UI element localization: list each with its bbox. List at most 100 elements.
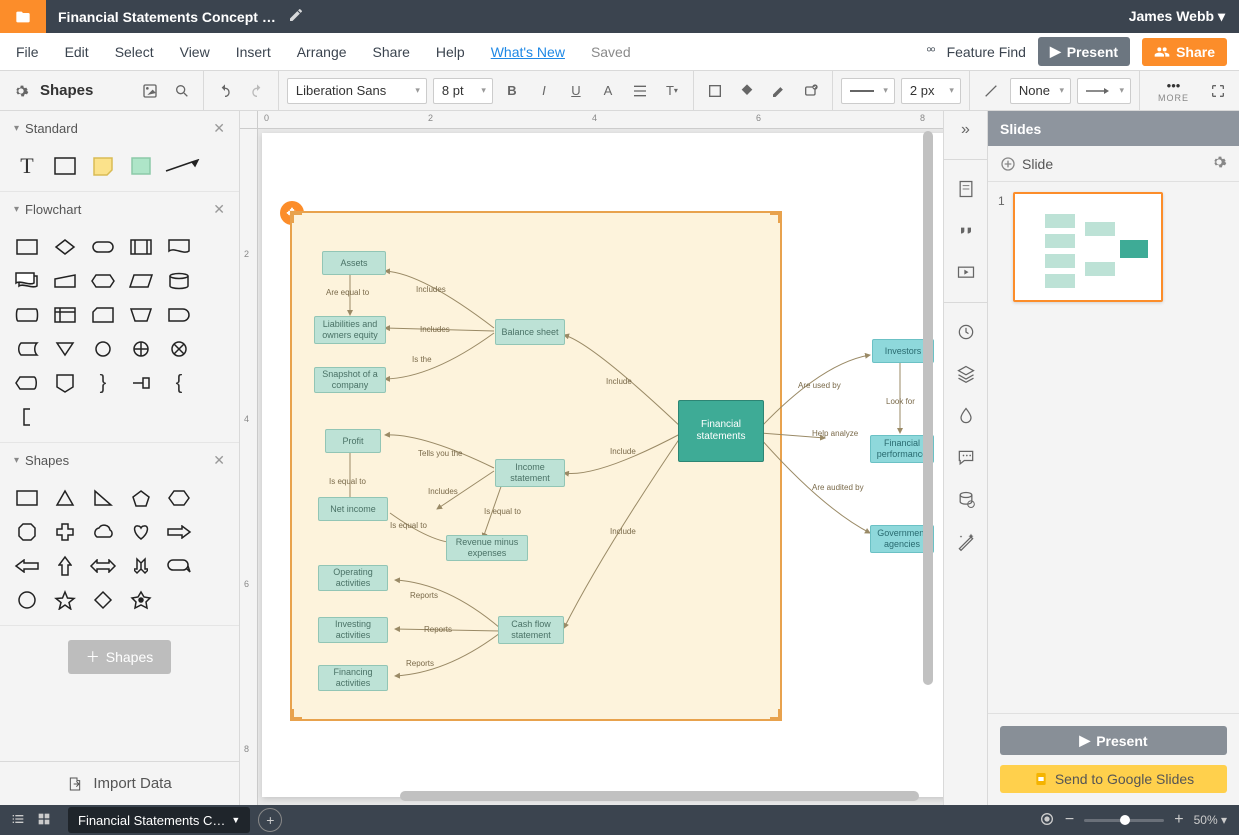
sh-arrow-right[interactable] [162,517,196,547]
collapse-panel-icon[interactable]: » [951,115,981,145]
document-title[interactable]: Financial Statements Concept … [46,9,288,25]
image-icon[interactable] [137,78,163,104]
fc-process[interactable] [10,232,44,262]
menu-select[interactable]: Select [111,40,158,64]
group-standard[interactable]: ▾Standard✕ [0,111,239,145]
line-type-icon[interactable] [978,78,1004,104]
sh-arrow-ud[interactable] [124,551,158,581]
scrollbar-horizontal[interactable] [400,791,919,801]
slides-present-button[interactable]: ▶ Present [1000,726,1227,755]
fc-multidoc[interactable] [10,266,44,296]
text-style-icon[interactable]: T▾ [659,78,685,104]
fc-brace-open[interactable]: } [86,368,120,398]
fill-icon[interactable] [734,78,760,104]
note-yellow-shape[interactable] [86,151,120,181]
send-to-google-slides-button[interactable]: Send to Google Slides [1000,765,1227,793]
node-assets[interactable]: Assets [322,251,386,275]
text-color-icon[interactable]: A [595,78,621,104]
sh-diamond[interactable] [86,585,120,615]
italic-icon[interactable]: I [531,78,557,104]
sh-cloud[interactable] [86,517,120,547]
zoom-fit-icon[interactable] [1039,811,1055,830]
menu-share[interactable]: Share [369,40,414,64]
node-rev-minus-exp[interactable]: Revenue minus expenses [446,535,528,561]
menu-file[interactable]: File [12,40,43,64]
list-view-icon[interactable] [10,811,26,830]
fc-note-connector[interactable] [124,368,158,398]
node-balance-sheet[interactable]: Balance sheet [495,319,565,345]
close-icon[interactable]: ✕ [213,452,225,469]
align-icon[interactable] [627,78,653,104]
zoom-out-button[interactable]: − [1065,811,1074,829]
fc-display[interactable] [10,368,44,398]
history-icon[interactable] [951,317,981,347]
menu-help[interactable]: Help [432,40,469,64]
text-tool[interactable]: T [10,151,44,181]
add-shapes-button[interactable]: ＋Shapes [68,640,171,674]
sh-arrow-bi[interactable] [86,551,120,581]
font-select[interactable]: Liberation Sans [287,78,427,104]
zoom-level[interactable]: 50% ▾ [1194,813,1227,827]
rename-icon[interactable] [288,7,304,26]
import-data-button[interactable]: Import Data [0,761,239,805]
group-flowchart[interactable]: ▾Flowchart✕ [0,192,239,226]
badge-icon[interactable] [798,78,824,104]
sh-hexagon[interactable] [162,483,196,513]
fc-terminator[interactable] [86,232,120,262]
fc-card[interactable] [86,300,120,330]
data-icon[interactable] [951,485,981,515]
fullscreen-icon[interactable] [1205,78,1231,104]
share-button[interactable]: Share [1142,38,1227,66]
close-icon[interactable]: ✕ [213,201,225,218]
sh-star[interactable] [48,585,82,615]
fc-merge[interactable] [48,334,82,364]
fc-delay[interactable] [162,300,196,330]
page-tab[interactable]: Financial Statements C… ▼ [68,807,250,833]
arrow-shape[interactable] [162,151,202,181]
present-icon[interactable] [951,258,981,288]
sh-octagon[interactable] [10,517,44,547]
slides-settings-icon[interactable] [1211,154,1227,173]
redo-icon[interactable] [244,78,270,104]
add-page-button[interactable]: + [258,808,282,832]
more-menu[interactable]: ••• MORE [1148,78,1199,103]
stroke-width-select[interactable]: 2 px [901,78,961,104]
fc-internal[interactable] [48,300,82,330]
fc-database[interactable] [162,266,196,296]
fc-offpage[interactable] [48,368,82,398]
present-button[interactable]: ▶ Present [1038,37,1130,66]
zoom-slider[interactable] [1084,819,1164,822]
fc-sum[interactable] [162,334,196,364]
menu-insert[interactable]: Insert [232,40,275,64]
rectangle-shape[interactable] [48,151,82,181]
page-icon[interactable] [951,174,981,204]
slide-thumbnail[interactable] [1013,192,1163,302]
sh-pentagon[interactable] [124,483,158,513]
sh-heart[interactable] [124,517,158,547]
node-operating[interactable]: Operating activities [318,565,388,591]
node-liabilities[interactable]: Liabilities and owners equity [314,316,386,344]
fc-or[interactable] [124,334,158,364]
sh-cross[interactable] [48,517,82,547]
zoom-in-button[interactable]: + [1174,811,1183,829]
node-income-stmt[interactable]: Income statement [495,459,565,487]
menu-edit[interactable]: Edit [61,40,93,64]
menu-arrange[interactable]: Arrange [293,40,351,64]
sh-right-tri[interactable] [86,483,120,513]
pencil-icon[interactable] [766,78,792,104]
fc-document[interactable] [162,232,196,262]
add-slide-button[interactable]: Slide [1000,156,1053,172]
comments-icon[interactable] [951,443,981,473]
fc-square-bracket[interactable] [10,402,44,432]
node-snapshot[interactable]: Snapshot of a company [314,367,386,393]
undo-icon[interactable] [212,78,238,104]
quote-icon[interactable] [951,216,981,246]
menu-whatsnew[interactable]: What's New [487,40,569,64]
fc-data[interactable] [124,266,158,296]
node-net-income[interactable]: Net income [318,497,388,521]
feature-find[interactable]: Feature Find [923,44,1026,60]
node-investing[interactable]: Investing activities [318,617,388,643]
sh-arrow-up[interactable] [48,551,82,581]
scrollbar-vertical[interactable] [923,131,933,685]
sh-poly-star[interactable] [124,585,158,615]
